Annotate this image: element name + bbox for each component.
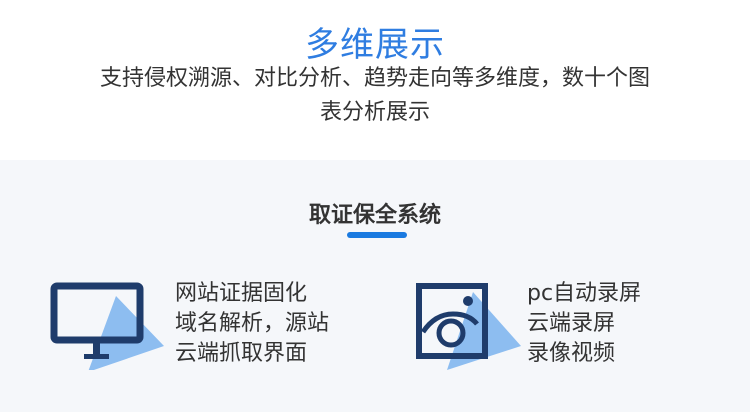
- evidence-system-section: 取证保全系统 网站证据固化 域名解析，源站 云端抓取界面 pc自动录屏 云端录屏…: [0, 160, 750, 412]
- monitor-icon: [50, 282, 164, 370]
- feature-line: 云端录屏: [527, 311, 616, 336]
- camera-screen-icon: [416, 283, 521, 370]
- feature-line: 网站证据固化: [175, 281, 308, 306]
- feature-website-evidence: 网站证据固化 域名解析，源站 云端抓取界面: [0, 160, 375, 412]
- feature-line: 云端抓取界面: [175, 341, 308, 366]
- intro-description: 支持侵权溯源、对比分析、趋势走向等多维度，数十个图表分析展示: [99, 66, 650, 125]
- feature-line: 录像视频: [527, 341, 616, 366]
- intro-title: 多维展示: [305, 25, 445, 65]
- feature-line: pc自动录屏: [527, 281, 642, 306]
- feature-screen-recording: pc自动录屏 云端录屏 录像视频: [375, 160, 750, 412]
- feature-line: 域名解析，源站: [175, 311, 330, 336]
- feature-website-evidence-text: 网站证据固化 域名解析，源站 云端抓取界面: [175, 279, 329, 369]
- intro-section: 多维展示 支持侵权溯源、对比分析、趋势走向等多维度，数十个图表分析展示: [0, 0, 750, 160]
- feature-screen-recording-text: pc自动录屏 云端录屏 录像视频: [527, 279, 641, 369]
